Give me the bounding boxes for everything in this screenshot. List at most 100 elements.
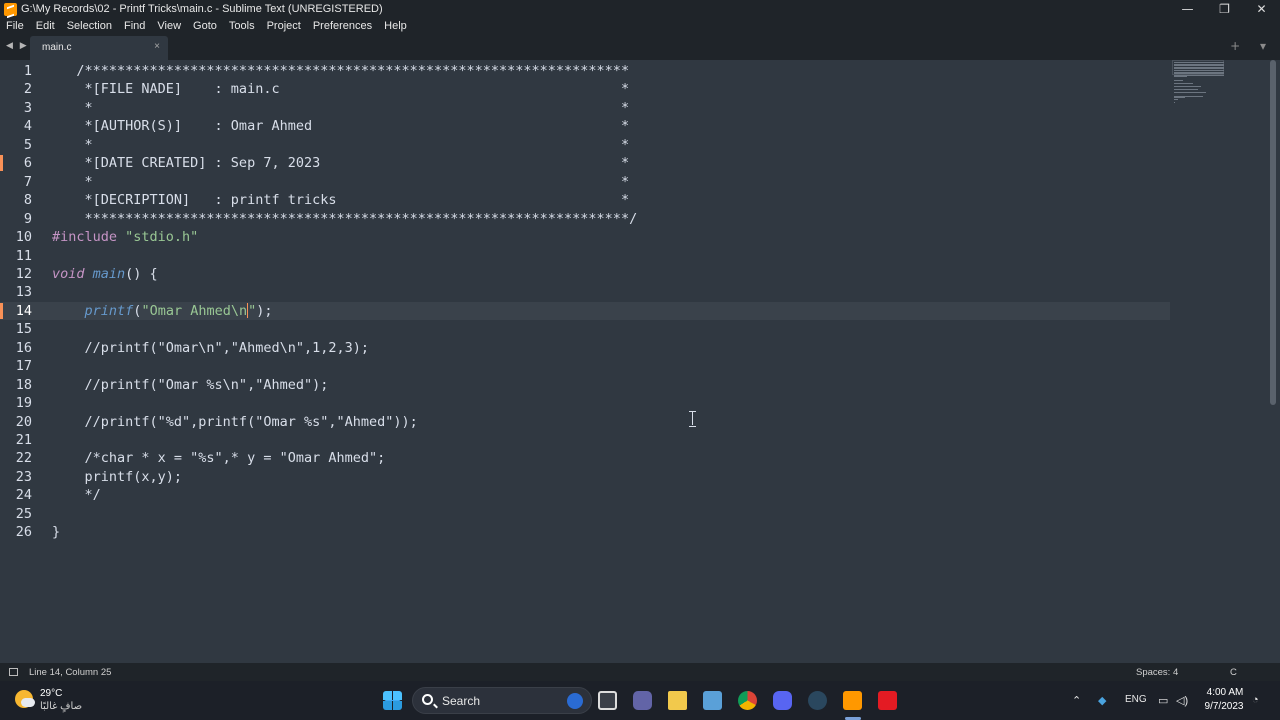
line-number: 25 — [15, 505, 32, 522]
code-line[interactable]: *[DECRIPTION] : printf tricks * — [52, 191, 630, 209]
minimap-line — [1174, 86, 1202, 87]
discord-icon[interactable] — [773, 691, 792, 710]
code-token: ); — [256, 302, 273, 319]
code-line[interactable]: ****************************************… — [52, 210, 638, 228]
minimap-line — [1174, 92, 1206, 94]
indentation-setting[interactable]: Spaces: 4 — [1136, 667, 1178, 678]
vertical-scrollbar[interactable] — [1270, 60, 1276, 405]
status-bar: Line 14, Column 25 Spaces: 4 C — [0, 663, 1280, 681]
line-number: 21 — [15, 432, 32, 448]
line-number: 12 — [15, 265, 32, 282]
code-editor[interactable]: /***************************************… — [0, 60, 1280, 663]
network-icon[interactable]: ▭ — [1158, 694, 1168, 707]
maximize-button[interactable]: ❐ — [1206, 2, 1243, 16]
minimap[interactable] — [1172, 60, 1228, 110]
menu-edit[interactable]: Edit — [30, 20, 61, 32]
menu-view[interactable]: View — [151, 20, 187, 32]
modified-line-marker — [0, 155, 3, 172]
line-number: 4 — [23, 118, 32, 135]
line-number: 2 — [23, 81, 32, 98]
syntax-setting[interactable]: C — [1230, 667, 1237, 678]
steam-icon[interactable] — [808, 691, 827, 710]
code-line[interactable]: //printf("Omar\n","Ahmed\n",1,2,3); — [52, 339, 369, 357]
tab-nav-arrows-icon[interactable]: ◀ ▶ — [6, 41, 29, 51]
amd-software-icon[interactable] — [878, 691, 897, 710]
line-number: 8 — [23, 192, 32, 209]
bing-badge-icon[interactable] — [567, 693, 583, 709]
mouse-ibeam-cursor-icon — [689, 411, 697, 427]
code-line[interactable]: //printf("Omar %s\n","Ahmed"); — [52, 376, 329, 394]
minimize-button[interactable]: — — [1169, 2, 1206, 16]
code-line[interactable]: *[FILE NADE] : main.c * — [52, 80, 630, 98]
code-token: /***************************************… — [52, 63, 630, 79]
file-explorer-icon[interactable] — [668, 691, 687, 710]
tray-overflow-chevron-icon[interactable]: ⌃ — [1072, 694, 1081, 707]
code-token: printf(x,y); — [52, 468, 183, 485]
code-line[interactable]: * * — [52, 173, 630, 191]
weather-temperature[interactable]: 29°C — [40, 688, 62, 699]
code-line[interactable]: printf("Omar Ahmed\n"); — [52, 302, 273, 320]
clock-date[interactable]: 9/7/2023 — [1200, 701, 1248, 712]
line-number: 11 — [15, 247, 32, 264]
panel-toggle-icon[interactable] — [9, 668, 18, 676]
code-line[interactable]: } — [52, 523, 60, 541]
code-line[interactable]: //printf("%d",printf("Omar %s","Ahmed"))… — [52, 413, 418, 431]
code-token: //printf("Omar\n","Ahmed\n",1,2,3); — [52, 339, 369, 356]
title-bar: G:\My Records\02 - Printf Tricks\main.c … — [0, 0, 1280, 18]
close-button[interactable]: ✕ — [1243, 2, 1280, 16]
code-line[interactable]: *[DATE CREATED] : Sep 7, 2023 * — [52, 154, 630, 172]
line-number: 20 — [15, 413, 32, 430]
code-token: * * — [52, 173, 630, 190]
code-token: "stdio.h" — [125, 229, 199, 246]
tab-main-c[interactable]: main.c × — [30, 36, 168, 60]
minimap-line — [1174, 98, 1179, 100]
code-line[interactable]: * * — [52, 99, 630, 117]
line-number: 26 — [15, 524, 32, 541]
menu-project[interactable]: Project — [261, 20, 307, 32]
sublime-taskbar-icon[interactable] — [843, 691, 862, 710]
code-line[interactable]: /*char * x = "%s",* y = "Omar Ahmed"; — [52, 449, 386, 467]
menu-selection[interactable]: Selection — [61, 20, 118, 32]
menu-tools[interactable]: Tools — [223, 20, 261, 32]
code-token: main — [92, 265, 126, 282]
tray-app-icon[interactable]: ◆ — [1098, 694, 1106, 707]
code-line[interactable]: */ — [52, 486, 101, 504]
code-token: * * — [52, 99, 630, 116]
tab-close-icon[interactable]: × — [154, 41, 160, 52]
minimap-line — [1174, 79, 1184, 81]
code-token: //printf("%d",printf("Omar %s","Ahmed"))… — [52, 413, 418, 430]
menu-help[interactable]: Help — [378, 20, 413, 32]
menu-find[interactable]: Find — [118, 20, 151, 32]
line-number: 23 — [15, 468, 32, 485]
weather-icon[interactable] — [15, 690, 35, 708]
clock-time[interactable]: 4:00 AM — [1204, 687, 1246, 698]
photos-icon[interactable] — [703, 691, 722, 710]
code-line[interactable]: * * — [52, 136, 630, 154]
volume-icon[interactable]: ◁) — [1176, 694, 1188, 707]
code-line[interactable]: /***************************************… — [52, 62, 629, 80]
code-token: "Omar Ahmed\n — [141, 302, 248, 319]
task-view-icon[interactable] — [598, 691, 617, 710]
teams-chat-icon[interactable] — [633, 691, 652, 710]
line-number: 19 — [15, 395, 32, 412]
line-number: 22 — [15, 450, 32, 467]
code-line[interactable]: printf(x,y); — [52, 468, 183, 486]
code-token: /*char * x = "%s",* y = "Omar Ahmed"; — [52, 450, 386, 467]
cursor-position[interactable]: Line 14, Column 25 — [29, 667, 111, 678]
taskbar-search-box[interactable]: Search — [412, 687, 592, 714]
code-line[interactable]: #include "stdio.h" — [52, 228, 198, 246]
code-line[interactable]: void main() { — [52, 265, 158, 283]
language-indicator[interactable]: ENG — [1125, 694, 1147, 705]
menu-preferences[interactable]: Preferences — [307, 20, 378, 32]
windows-start-icon-grid — [383, 691, 402, 710]
menu-file[interactable]: File — [0, 20, 30, 32]
menu-goto[interactable]: Goto — [187, 20, 223, 32]
chrome-icon[interactable] — [738, 691, 757, 710]
new-tab-and-dropdown-icon[interactable]: + ▾ — [1230, 39, 1274, 53]
weather-condition[interactable]: صافٍ غالبًا — [40, 701, 82, 712]
minimap-line — [1174, 76, 1187, 78]
notification-icon[interactable]: ◔ — [1252, 694, 1259, 706]
line-number: 3 — [23, 99, 32, 116]
code-line[interactable]: *[AUTHOR(S)] : Omar Ahmed * — [52, 117, 630, 135]
